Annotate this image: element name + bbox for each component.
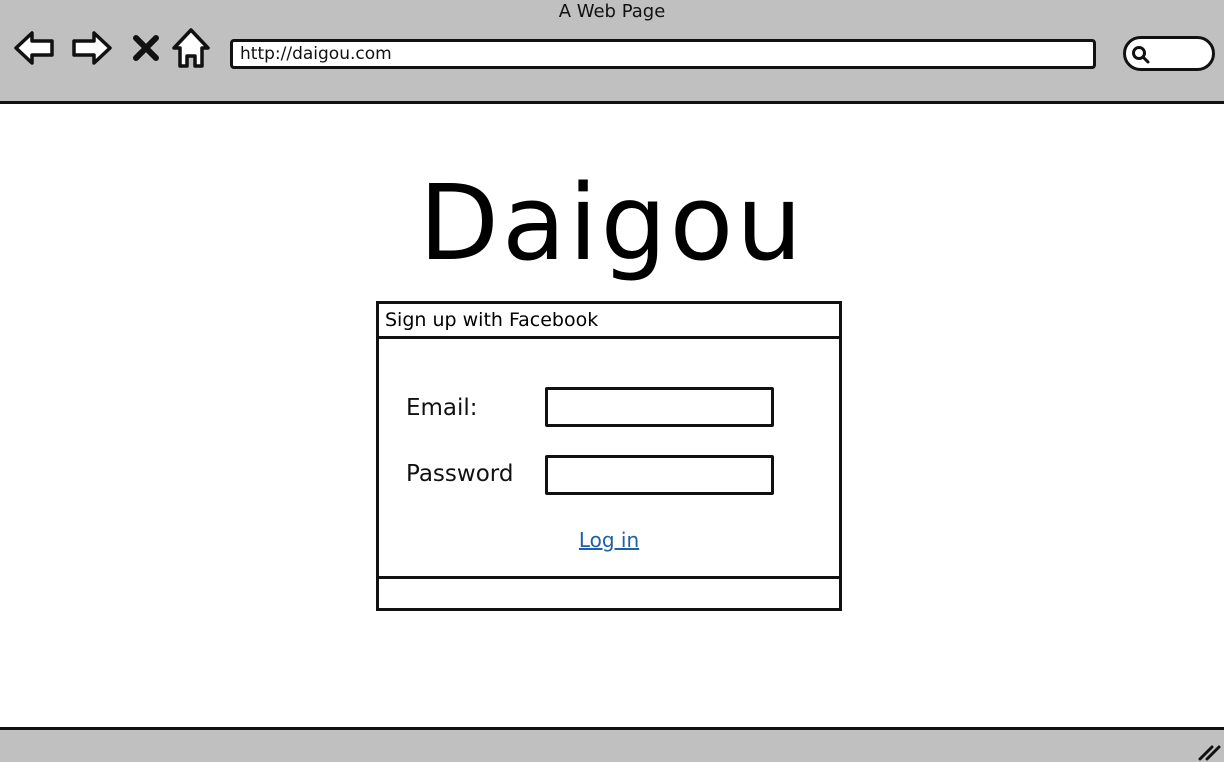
forward-arrow-icon[interactable]: [70, 26, 114, 70]
login-link[interactable]: Log in: [379, 526, 839, 554]
panel-footer: [379, 576, 839, 608]
password-field[interactable]: [545, 455, 774, 495]
browser-toolbar: A Web Page http://daigou.com: [0, 0, 1224, 104]
resize-grip-icon[interactable]: [1196, 739, 1222, 761]
home-icon[interactable]: [169, 26, 213, 70]
status-bar: [0, 727, 1224, 762]
site-logo: Daigou: [418, 162, 806, 284]
window-title: A Web Page: [558, 1, 666, 22]
search-icon: [1132, 46, 1150, 64]
login-panel: Sign up with Facebook Email: Password Lo…: [376, 301, 842, 611]
password-label: Password: [406, 461, 514, 487]
close-icon[interactable]: [124, 26, 168, 70]
email-label: Email:: [406, 395, 478, 421]
back-arrow-icon[interactable]: [12, 26, 56, 70]
panel-header[interactable]: Sign up with Facebook: [379, 304, 839, 339]
email-field[interactable]: [545, 387, 774, 427]
address-bar[interactable]: http://daigou.com: [230, 39, 1096, 69]
search-input[interactable]: [1123, 36, 1215, 71]
